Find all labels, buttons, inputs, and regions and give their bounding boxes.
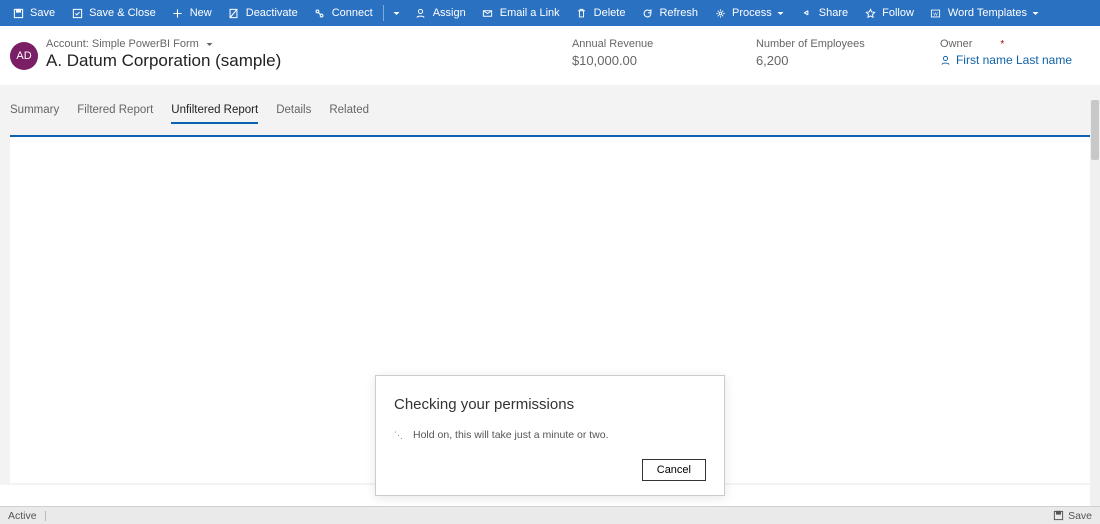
permissions-dialog: Checking your permissions ⋱ Hold on, thi… bbox=[375, 375, 725, 496]
svg-text:W: W bbox=[934, 11, 939, 17]
connect-label: Connect bbox=[332, 7, 373, 19]
mail-icon bbox=[482, 7, 494, 19]
field-annual-revenue: Annual Revenue $10,000.00 bbox=[572, 38, 692, 68]
cancel-button[interactable]: Cancel bbox=[642, 459, 706, 481]
dialog-body: ⋱ Hold on, this will take just a minute … bbox=[394, 429, 706, 441]
deactivate-button[interactable]: Deactivate bbox=[220, 0, 306, 26]
new-label: New bbox=[190, 7, 212, 19]
save-close-label: Save & Close bbox=[89, 7, 156, 19]
report-canvas: Checking your permissions ⋱ Hold on, thi… bbox=[10, 137, 1090, 483]
dialog-message: Hold on, this will take just a minute or… bbox=[413, 429, 609, 441]
gear-icon bbox=[714, 7, 726, 19]
save-label: Save bbox=[30, 7, 55, 19]
connect-button[interactable]: Connect bbox=[306, 0, 381, 26]
form-label-text: Account: Simple PowerBI Form bbox=[46, 38, 199, 50]
owner-name: First name Last name bbox=[956, 53, 1072, 67]
delete-button[interactable]: Delete bbox=[568, 0, 634, 26]
save-icon bbox=[1053, 510, 1064, 521]
save-close-button[interactable]: Save & Close bbox=[63, 0, 164, 26]
field-label: Owner* bbox=[940, 38, 1072, 50]
chevron-down-icon bbox=[392, 9, 401, 18]
required-indicator: * bbox=[1000, 39, 1004, 50]
tab-filtered-report[interactable]: Filtered Report bbox=[77, 98, 153, 124]
field-employees: Number of Employees 6,200 bbox=[756, 38, 876, 68]
content-area: Checking your permissions ⋱ Hold on, thi… bbox=[0, 135, 1100, 485]
deactivate-label: Deactivate bbox=[246, 7, 298, 19]
connect-icon bbox=[314, 7, 326, 19]
assign-label: Assign bbox=[433, 7, 466, 19]
chevron-down-icon bbox=[776, 9, 785, 18]
scrollbar-thumb[interactable] bbox=[1091, 100, 1099, 160]
save-close-icon bbox=[71, 7, 83, 19]
field-value[interactable]: $10,000.00 bbox=[572, 53, 692, 68]
assign-icon bbox=[415, 7, 427, 19]
field-owner: Owner* First name Last name bbox=[940, 38, 1072, 68]
person-icon bbox=[940, 55, 951, 66]
connect-dropdown[interactable] bbox=[386, 0, 407, 26]
word-icon: W bbox=[930, 7, 942, 19]
owner-link[interactable]: First name Last name bbox=[940, 53, 1072, 67]
dialog-title: Checking your permissions bbox=[394, 396, 706, 413]
avatar: AD bbox=[10, 42, 38, 70]
chevron-down-icon bbox=[1031, 9, 1040, 18]
share-icon bbox=[801, 7, 813, 19]
tab-summary[interactable]: Summary bbox=[10, 98, 59, 124]
chevron-down-icon bbox=[205, 40, 214, 49]
divider bbox=[45, 511, 46, 521]
spinner-icon: ⋱ bbox=[394, 430, 404, 440]
footer-save-label: Save bbox=[1068, 510, 1092, 522]
divider bbox=[383, 5, 384, 21]
footer-save-button[interactable]: Save bbox=[1053, 510, 1092, 522]
status-text: Active bbox=[8, 510, 37, 522]
star-icon bbox=[864, 7, 876, 19]
header-fields: Annual Revenue $10,000.00 Number of Empl… bbox=[572, 38, 1084, 68]
refresh-label: Refresh bbox=[659, 7, 698, 19]
tab-bar: Summary Filtered Report Unfiltered Repor… bbox=[0, 85, 1100, 135]
refresh-icon bbox=[641, 7, 653, 19]
process-button[interactable]: Process bbox=[706, 0, 793, 26]
record-header: AD Account: Simple PowerBI Form A. Datum… bbox=[0, 26, 1100, 85]
process-label: Process bbox=[732, 7, 772, 19]
status-bar: Active Save bbox=[0, 506, 1100, 524]
new-button[interactable]: New bbox=[164, 0, 220, 26]
field-label: Number of Employees bbox=[756, 38, 876, 50]
vertical-scrollbar[interactable] bbox=[1090, 100, 1100, 506]
field-label: Annual Revenue bbox=[572, 38, 692, 50]
field-value[interactable]: 6,200 bbox=[756, 53, 876, 68]
tab-unfiltered-report[interactable]: Unfiltered Report bbox=[171, 98, 258, 124]
plus-icon bbox=[172, 7, 184, 19]
refresh-button[interactable]: Refresh bbox=[633, 0, 706, 26]
assign-button[interactable]: Assign bbox=[407, 0, 474, 26]
save-button[interactable]: Save bbox=[4, 0, 63, 26]
header-left: AD Account: Simple PowerBI Form A. Datum… bbox=[10, 38, 281, 71]
share-label: Share bbox=[819, 7, 848, 19]
tab-details[interactable]: Details bbox=[276, 98, 311, 124]
share-button[interactable]: Share bbox=[793, 0, 856, 26]
word-templates-button[interactable]: W Word Templates bbox=[922, 0, 1048, 26]
follow-label: Follow bbox=[882, 7, 914, 19]
follow-button[interactable]: Follow bbox=[856, 0, 922, 26]
deactivate-icon bbox=[228, 7, 240, 19]
word-templates-label: Word Templates bbox=[948, 7, 1027, 19]
save-icon bbox=[12, 7, 24, 19]
email-link-label: Email a Link bbox=[500, 7, 560, 19]
email-link-button[interactable]: Email a Link bbox=[474, 0, 568, 26]
record-title: A. Datum Corporation (sample) bbox=[46, 51, 281, 71]
tab-related[interactable]: Related bbox=[329, 98, 369, 124]
form-selector[interactable]: Account: Simple PowerBI Form bbox=[46, 38, 281, 50]
delete-label: Delete bbox=[594, 7, 626, 19]
trash-icon bbox=[576, 7, 588, 19]
command-bar: Save Save & Close New Deactivate Connect… bbox=[0, 0, 1100, 26]
